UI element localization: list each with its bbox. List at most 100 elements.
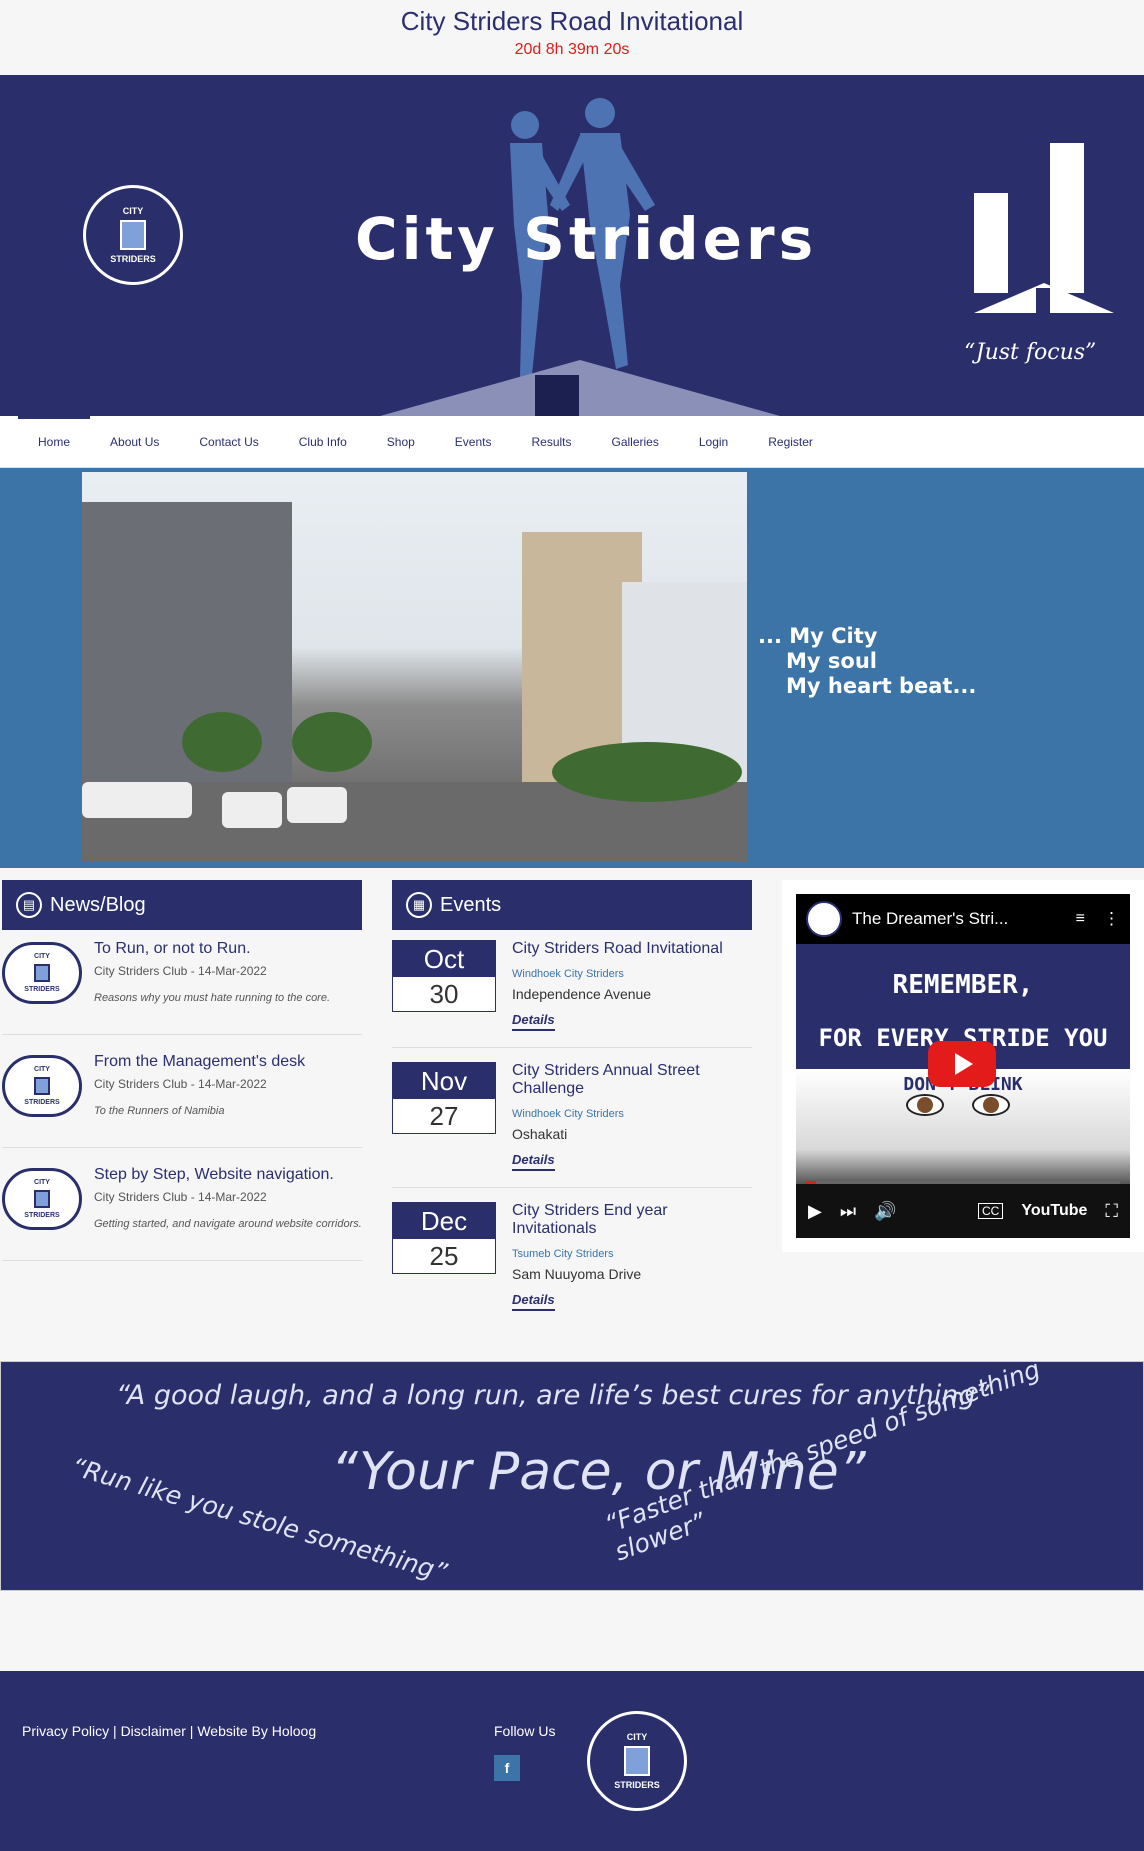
next-icon[interactable]: ⏭ (840, 1201, 856, 1222)
club-logo-small: CITY STRIDERS (2, 1055, 82, 1117)
tree (182, 712, 262, 772)
news-meta: City Striders Club - 14-Mar-2022 (94, 1077, 267, 1091)
footer: Privacy Policy | Disclaimer | Website By… (0, 1671, 1144, 1851)
separator: | (113, 1723, 117, 1739)
just-focus-logo: “Just focus” (964, 143, 1114, 365)
play-button[interactable] (928, 1041, 996, 1087)
events-column: ▦ Events Oct 30 City Striders Road Invit… (392, 880, 752, 1327)
brand-title: City Striders (355, 205, 818, 273)
news-item[interactable]: CITY STRIDERS Step by Step, Website navig… (2, 1148, 362, 1261)
event-date: Dec 25 (392, 1202, 496, 1274)
events-heading: Events (440, 893, 502, 916)
separator: | (189, 1723, 194, 1739)
tower-left-icon (974, 193, 1008, 293)
nav-results[interactable]: Results (511, 416, 591, 468)
news-meta: City Striders Club - 14-Mar-2022 (94, 1190, 267, 1204)
news-thumbnail: CITY STRIDERS (2, 1166, 82, 1246)
playlist-icon[interactable]: ≡ (1076, 910, 1085, 928)
facebook-icon[interactable]: f (494, 1755, 520, 1781)
news-header: ▤ News/Blog (2, 880, 362, 930)
nav-galleries[interactable]: Galleries (592, 416, 679, 468)
event-month: Nov (393, 1063, 495, 1099)
event-title: City Striders Road Invitational (400, 6, 744, 36)
nav-shop[interactable]: Shop (367, 416, 435, 468)
follow-us-label: Follow Us (494, 1723, 556, 1739)
fullscreen-icon[interactable]: ⛶ (1105, 1201, 1118, 1222)
logo-top-text: CITY (626, 1732, 648, 1742)
slogan-line: My soul (786, 649, 877, 673)
event-month: Oct (393, 941, 495, 977)
event-location: Oshakati (512, 1126, 568, 1142)
city-street-photo (82, 472, 747, 862)
logo-top-text: CITY (122, 206, 144, 216)
event-location: Independence Avenue (512, 986, 652, 1002)
focus-road-icon (974, 283, 1114, 313)
nav-home[interactable]: Home (18, 415, 91, 468)
nav-login[interactable]: Login (679, 416, 748, 468)
event-organizer: Windhoek City Striders (512, 1108, 624, 1120)
youtube-player[interactable]: The Dreamer's Stri... ≡ ⋮ REMEMBER, FOR … (796, 894, 1130, 1238)
news-item[interactable]: CITY STRIDERS From the Management's desk … (2, 1035, 362, 1148)
news-excerpt: Getting started, and navigate around web… (94, 1218, 362, 1230)
disclaimer-link[interactable]: Disclaimer (121, 1723, 186, 1739)
news-thumbnail: CITY STRIDERS (2, 940, 82, 1020)
play-icon[interactable]: ▶ (808, 1201, 822, 1222)
event-details-link[interactable]: Details (512, 1292, 555, 1311)
event-location: Sam Nuuyoma Drive (512, 1266, 642, 1282)
newspaper-icon: ▤ (16, 892, 42, 918)
road-lane-graphic (535, 375, 579, 416)
city-banner: ... My City My soul My heart beat... (0, 468, 1144, 868)
eye-icon (972, 1094, 1010, 1116)
event-item: Dec 25 City Striders End year Invitation… (392, 1188, 752, 1327)
top-bar: City Striders Road Invitational 20d 8h 3… (0, 0, 1144, 75)
event-month: Dec (393, 1203, 495, 1239)
video-title[interactable]: The Dreamer's Stri... (852, 909, 1008, 929)
logo-bottom-text: STRIDERS (614, 1780, 660, 1790)
logo-building-icon (120, 220, 146, 250)
event-details-link[interactable]: Details (512, 1012, 555, 1031)
website-by-link[interactable]: Website By Holoog (197, 1723, 316, 1739)
event-day: 30 (393, 977, 495, 1011)
news-column: ▤ News/Blog CITY STRIDERS To Run, or not … (2, 880, 362, 1261)
main-content: ▤ News/Blog CITY STRIDERS To Run, or not … (0, 868, 1144, 1361)
news-item[interactable]: CITY STRIDERS To Run, or not to Run. City… (2, 930, 362, 1035)
news-title[interactable]: To Run, or not to Run. (94, 940, 330, 958)
club-logo-small: CITY STRIDERS (2, 942, 82, 1004)
news-excerpt: To the Runners of Namibia (94, 1105, 225, 1117)
event-title[interactable]: City Striders Road Invitational (512, 940, 723, 958)
volume-icon[interactable]: 🔊 (874, 1201, 896, 1222)
news-title[interactable]: From the Management's desk (94, 1053, 305, 1071)
club-logo-small: CITY STRIDERS (2, 1168, 82, 1230)
event-organizer: Windhoek City Striders (512, 968, 624, 980)
video-text-line: REMEMBER, (892, 970, 1034, 1000)
footer-links: Privacy Policy | Disclaimer | Website By… (22, 1723, 316, 1739)
event-title[interactable]: City Striders Annual Street Challenge (512, 1062, 752, 1098)
event-details-link[interactable]: Details (512, 1152, 555, 1171)
privacy-policy-link[interactable]: Privacy Policy (22, 1723, 109, 1739)
event-date: Nov 27 (392, 1062, 496, 1134)
car (222, 792, 282, 828)
event-item: Oct 30 City Striders Road Invitational W… (392, 930, 752, 1048)
nav-contact-us[interactable]: Contact Us (179, 416, 278, 468)
nav-about-us[interactable]: About Us (90, 416, 179, 468)
nav-events[interactable]: Events (435, 416, 512, 468)
channel-avatar[interactable] (806, 901, 842, 937)
event-day: 25 (393, 1239, 495, 1273)
tree (292, 712, 372, 772)
more-icon[interactable]: ⋮ (1103, 909, 1120, 929)
video-controls: ▶ ⏭ 🔊 CC YouTube ⛶ (796, 1184, 1130, 1238)
footer-club-logo[interactable]: CITY STRIDERS (587, 1711, 687, 1811)
nav-club-info[interactable]: Club Info (279, 416, 367, 468)
road-graphic (380, 360, 780, 416)
event-title[interactable]: City Striders End year Invitationals (512, 1202, 752, 1238)
youtube-logo[interactable]: YouTube (1021, 1202, 1087, 1220)
club-logo[interactable]: CITY STRIDERS (83, 185, 183, 285)
video-embed: The Dreamer's Stri... ≡ ⋮ REMEMBER, FOR … (782, 880, 1144, 1252)
news-meta: City Striders Club - 14-Mar-2022 (94, 964, 267, 978)
news-heading: News/Blog (50, 893, 146, 916)
captions-icon[interactable]: CC (977, 1203, 1004, 1219)
slogan-line: ... My City (758, 624, 878, 648)
news-title[interactable]: Step by Step, Website navigation. (94, 1166, 362, 1184)
logo-building-icon (34, 1190, 50, 1208)
nav-register[interactable]: Register (748, 416, 833, 468)
